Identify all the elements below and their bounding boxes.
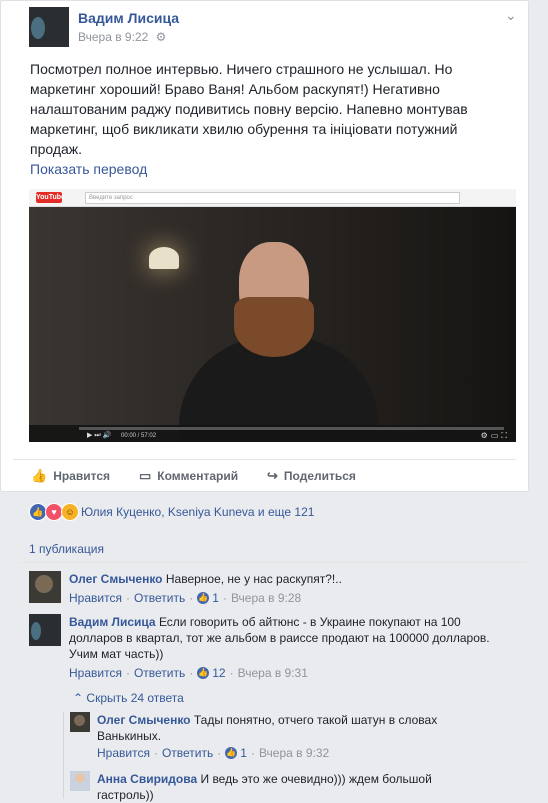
comment-author[interactable]: Олег Смыченко <box>69 572 163 586</box>
video-time: 00:00 / 57:02 <box>121 433 157 439</box>
share-button[interactable]: ↪ Поделиться <box>267 468 356 484</box>
like-count-icon: 👍 <box>197 667 210 679</box>
comment-author[interactable]: Вадим Лисица <box>69 615 156 629</box>
reply-avatar[interactable] <box>70 712 90 732</box>
comment-time[interactable]: Вчера в 9:28 <box>231 591 301 605</box>
reaction-names[interactable]: Юлия Куценко, Kseniya Kuneva и еще 121 <box>81 505 314 519</box>
comment-like-count[interactable]: 1 <box>212 591 219 605</box>
hide-replies-link[interactable]: ⌃ Скрыть 24 ответа <box>73 691 184 705</box>
lamp-shape <box>149 247 179 269</box>
youtube-header: YouTube Введите запрос <box>29 189 516 207</box>
post-author[interactable]: Вадим Лисица <box>78 10 179 26</box>
like-count-icon: 👍 <box>225 747 238 759</box>
reaction-icons[interactable]: 👍 ♥ ☺ <box>29 503 79 521</box>
video-progress[interactable] <box>79 427 504 430</box>
youtube-logo: YouTube <box>36 192 65 203</box>
reply-author[interactable]: Олег Смыченко <box>97 713 191 727</box>
translate-link[interactable]: Показать перевод <box>30 161 147 177</box>
reply-time[interactable]: Вчера в 9:32 <box>259 746 329 760</box>
comment-button[interactable]: ▭ Комментарий <box>139 468 238 484</box>
reply-reply-link[interactable]: Ответить <box>162 746 213 760</box>
like-button[interactable]: 👍 Нравится <box>31 468 110 484</box>
settings-icon: ⚙ <box>155 30 167 44</box>
play-icon[interactable]: ▶ ⏭ 🔊 <box>87 431 111 440</box>
comment-icon: ▭ <box>139 468 152 483</box>
haha-reaction-icon: ☺ <box>61 503 79 521</box>
divider <box>13 459 516 460</box>
comment-reply-link[interactable]: Ответить <box>134 666 185 680</box>
post-card: Вадим Лисица Вчера в 9:22 ⚙ ⌄ Посмотрел … <box>0 0 529 492</box>
reply: Олег Смыченко Тады понятно, отчего такой… <box>97 712 477 744</box>
comment-label: Комментарий <box>157 469 239 483</box>
thread-line <box>63 712 64 799</box>
post-text: Посмотрел полное интервью. Ничего страшн… <box>30 61 468 157</box>
author-avatar[interactable] <box>29 7 69 47</box>
post-time[interactable]: Вчера в 9:22 ⚙ <box>78 30 166 44</box>
share-label: Поделиться <box>283 469 356 483</box>
comment-like-link[interactable]: Нравится <box>69 666 122 680</box>
youtube-search-input: Введите запрос <box>85 192 460 204</box>
reply-like-link[interactable]: Нравится <box>97 746 150 760</box>
video-controls: ▶ ⏭ 🔊 00:00 / 57:02 ⚙▭⛶ <box>29 425 516 442</box>
comment-actions: Нравится · Ответить · 👍 12 · Вчера в 9:31 <box>69 666 308 680</box>
like-count-icon: 👍 <box>197 592 210 604</box>
divider <box>20 562 527 563</box>
video-frame[interactable] <box>29 207 516 442</box>
thumbs-up-icon: 👍 <box>31 468 48 483</box>
reply: Анна Свиридова И ведь это же очевидно)))… <box>97 771 477 803</box>
video-embed[interactable]: YouTube Введите запрос ▶ ⏭ 🔊 00:00 / 57:… <box>29 189 516 442</box>
reply-author[interactable]: Анна Свиридова <box>97 772 197 786</box>
comment-time[interactable]: Вчера в 9:31 <box>238 666 308 680</box>
comment-actions: Нравится · Ответить · 👍 1 · Вчера в 9:28 <box>69 591 302 605</box>
comment: Олег Смыченко Наверное, не у нас раскупя… <box>69 571 519 587</box>
comment-like-count[interactable]: 12 <box>212 666 225 680</box>
reply-like-count[interactable]: 1 <box>240 746 247 760</box>
comment-avatar[interactable] <box>29 571 61 603</box>
share-icon: ↪ <box>267 468 278 483</box>
person-beard <box>234 297 314 357</box>
reply-avatar[interactable] <box>70 771 90 791</box>
chevron-down-icon[interactable]: ⌄ <box>505 7 517 24</box>
comment-text: Наверное, не у нас раскупят?!.. <box>165 572 342 586</box>
comment-avatar[interactable] <box>29 614 61 646</box>
comment: Вадим Лисица Если говорить об айтюнс - в… <box>69 614 504 662</box>
hide-replies-label: Скрыть 24 ответа <box>86 691 184 705</box>
video-settings-icons[interactable]: ⚙▭⛶ <box>481 431 510 441</box>
publications-count[interactable]: 1 публикация <box>29 542 104 556</box>
like-label: Нравится <box>53 469 111 483</box>
reply-actions: Нравится · Ответить · 👍 1 · Вчера в 9:32 <box>97 746 330 760</box>
chevron-up-icon: ⌃ <box>73 691 84 705</box>
comment-like-link[interactable]: Нравится <box>69 591 122 605</box>
post-time-text[interactable]: Вчера в 9:22 <box>78 30 148 44</box>
comment-reply-link[interactable]: Ответить <box>134 591 185 605</box>
